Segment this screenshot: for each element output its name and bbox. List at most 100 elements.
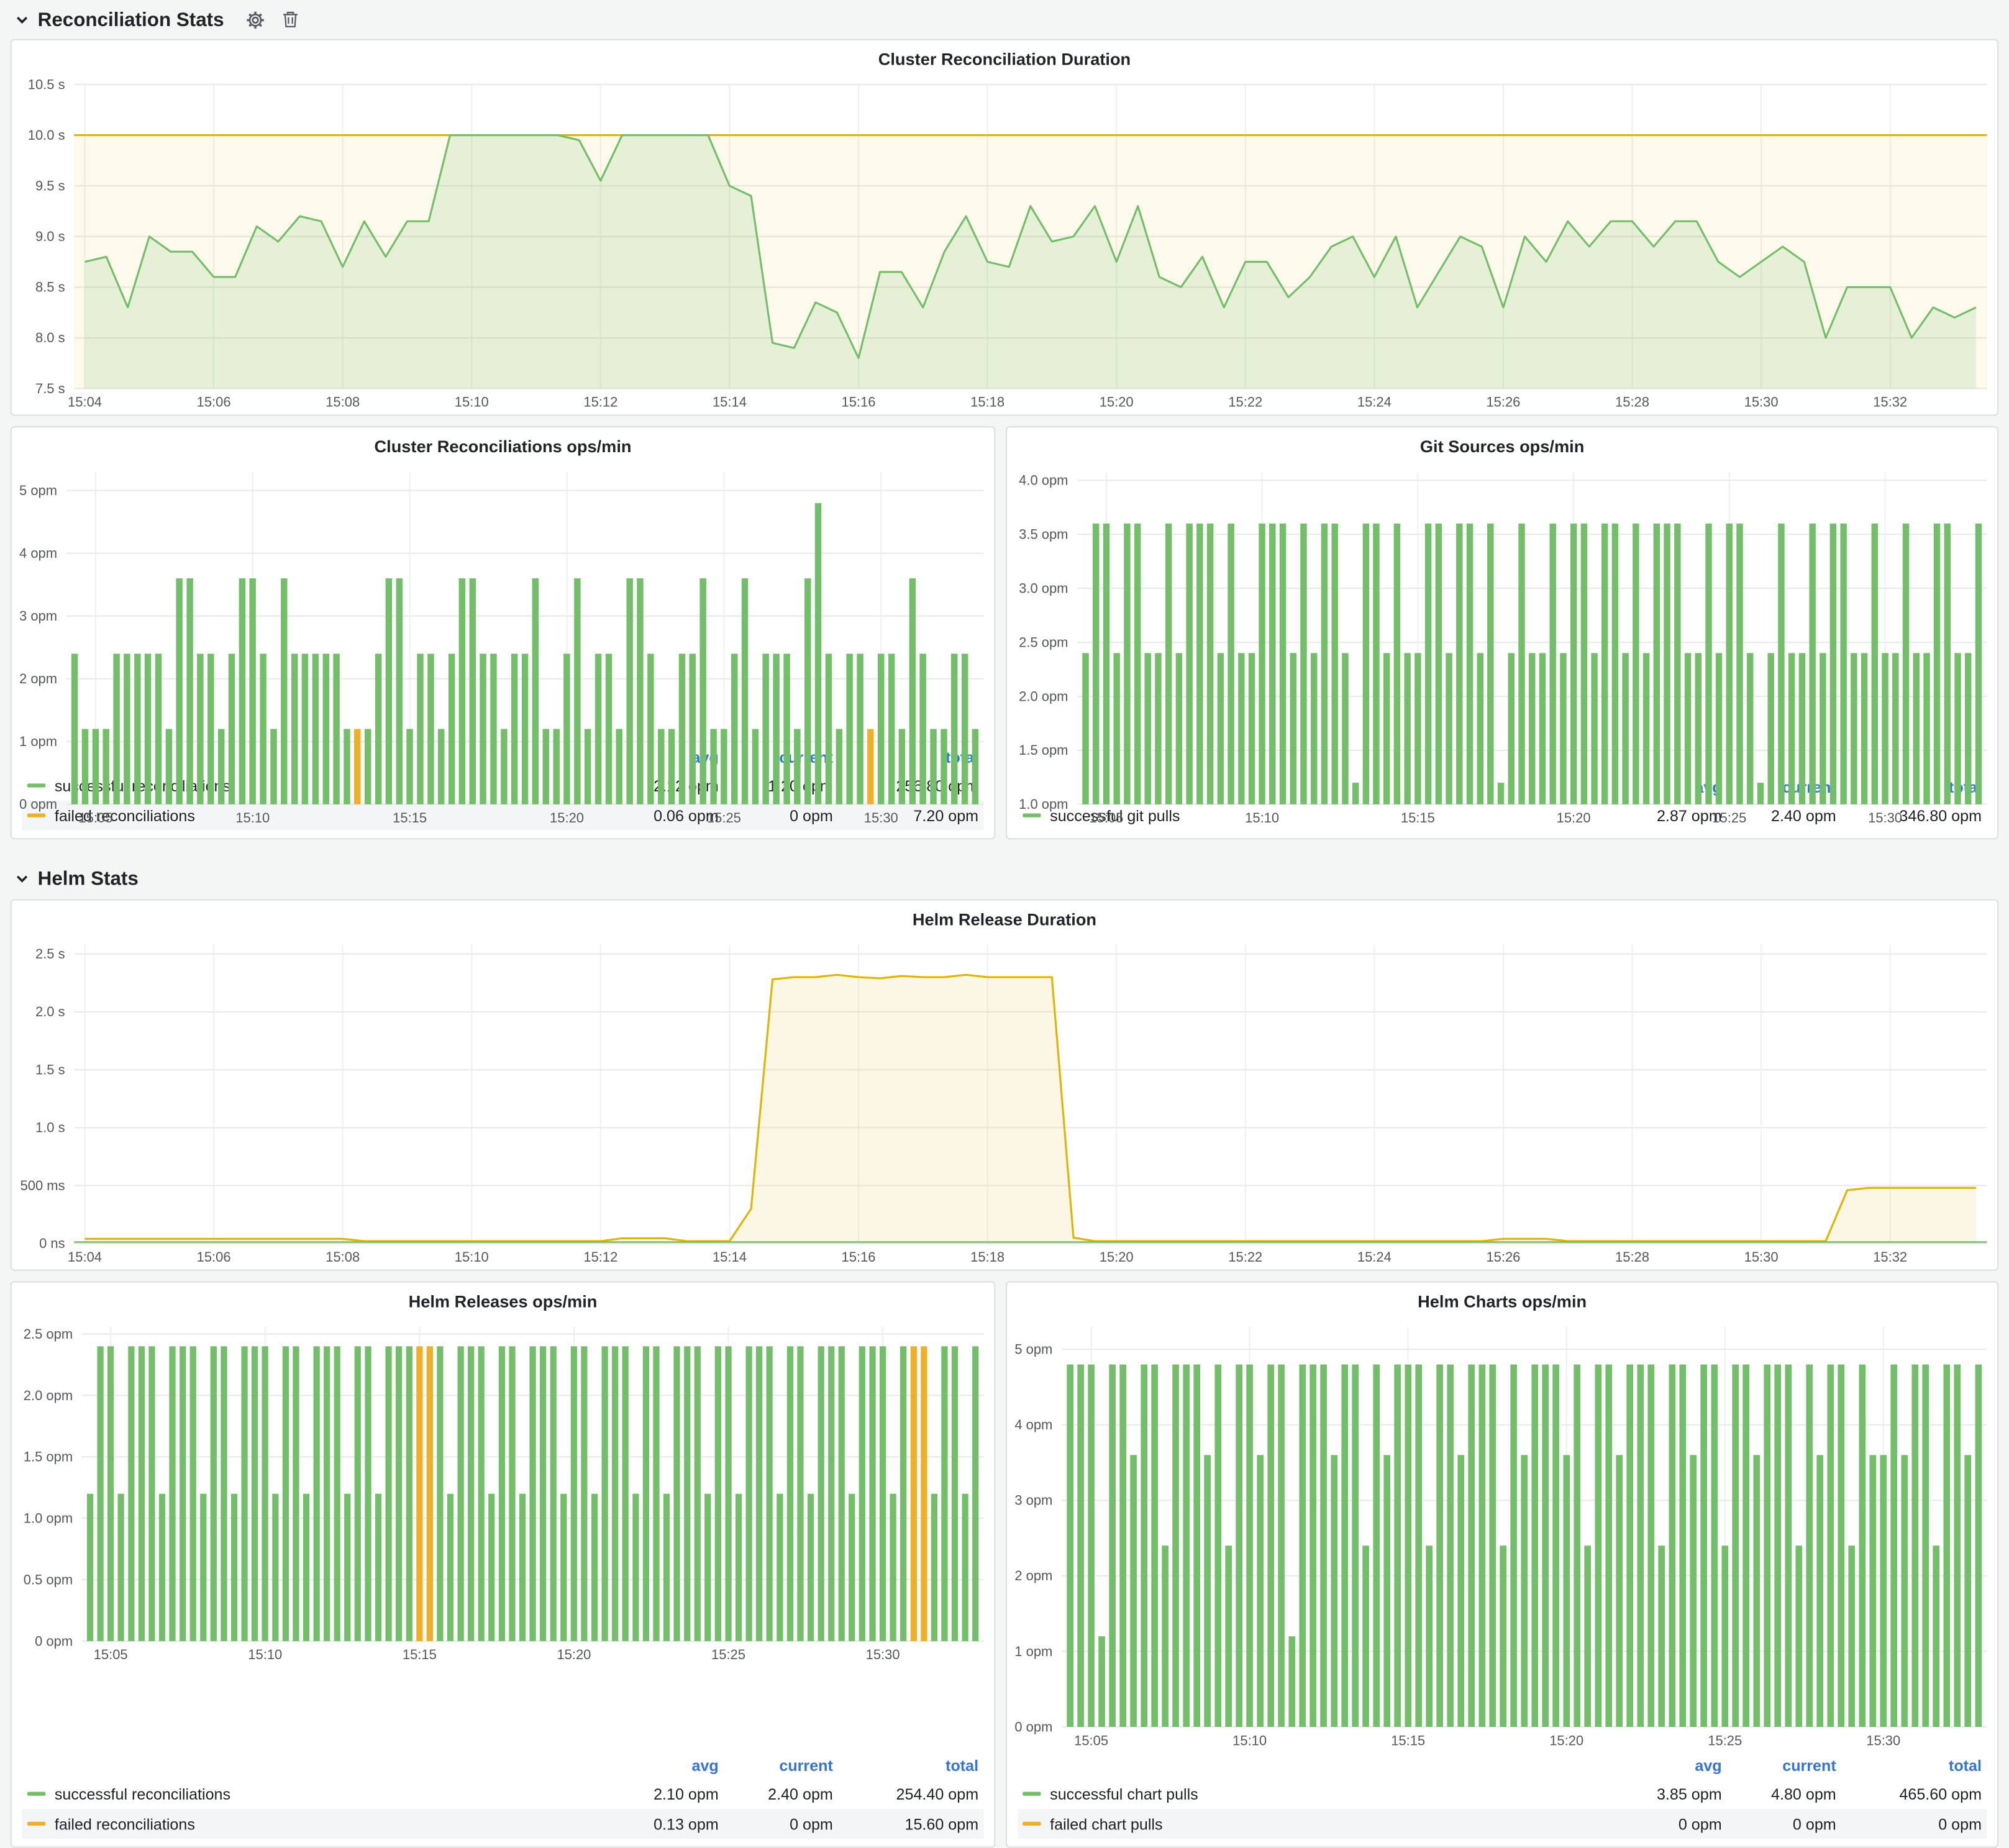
bar (941, 1346, 947, 1641)
legend-col-avg[interactable]: avg (1608, 1757, 1722, 1775)
bar (1795, 1545, 1802, 1727)
svg-text:15:24: 15:24 (1357, 1249, 1392, 1265)
panel-title-cluster-reconciliation-duration[interactable]: Cluster Reconciliation Duration (12, 47, 1997, 74)
legend-swatch (1023, 1792, 1041, 1796)
bar (1186, 524, 1192, 804)
svg-text:15:32: 15:32 (1873, 1249, 1907, 1265)
svg-text:5 opm: 5 opm (1014, 1342, 1052, 1357)
legend-col-total[interactable]: total (833, 1757, 978, 1775)
helm-release-duration-chart[interactable]: 0 ns500 ms1.0 s1.5 s2.0 s2.5 s15:0415:06… (12, 934, 1997, 1270)
bar (1165, 524, 1172, 804)
helm-charts-opm-chart[interactable]: 0 opm1 opm2 opm3 opm4 opm5 opm15:0515:10… (1007, 1316, 1997, 1753)
bar (1647, 1365, 1654, 1727)
bar (1816, 1455, 1823, 1727)
legend-series-label[interactable]: failed chart pulls (1023, 1814, 1607, 1832)
panel-cluster-reconciliation-duration: Cluster Reconciliation Duration 7.5 s8.0… (11, 39, 1998, 416)
bar (1477, 653, 1483, 804)
svg-text:15:10: 15:10 (1232, 1732, 1267, 1748)
bar (900, 1346, 906, 1641)
bar (97, 1346, 103, 1641)
svg-text:2.0 opm: 2.0 opm (1019, 688, 1068, 704)
panel-title-helm-charts-opm[interactable]: Helm Charts ops/min (1007, 1289, 1997, 1316)
bar (468, 1346, 474, 1641)
legend-swatch (27, 1792, 45, 1796)
bar (1591, 653, 1597, 804)
bar (1082, 653, 1088, 804)
trash-icon[interactable] (283, 11, 299, 29)
bar (416, 1346, 422, 1641)
helm-releases-opm-chart[interactable]: 0 opm0.5 opm1.0 opm1.5 opm2.0 opm2.5 opm… (12, 1316, 994, 1753)
panel-title-git-sources-opm[interactable]: Git Sources ops/min (1007, 434, 1997, 462)
bar (972, 729, 978, 804)
svg-text:15:20: 15:20 (1100, 1249, 1134, 1265)
legend-row: failed chart pulls0 opm0 opm0 opm (1018, 1809, 1987, 1839)
bar (249, 578, 255, 804)
bar (1563, 1455, 1570, 1727)
bar (602, 1346, 608, 1641)
svg-text:5 opm: 5 opm (19, 483, 57, 498)
bar (888, 653, 895, 804)
bar (221, 1346, 227, 1641)
bar (1964, 1455, 1971, 1727)
panel-title-helm-releases-opm[interactable]: Helm Releases ops/min (12, 1289, 994, 1316)
bar (365, 1346, 371, 1641)
bar (365, 729, 371, 804)
bar (658, 729, 664, 804)
svg-text:15:28: 15:28 (1615, 1249, 1649, 1265)
bar (684, 1346, 690, 1641)
bar (1747, 653, 1753, 804)
legend-stat-value: 0 opm (1722, 1814, 1836, 1832)
bar (921, 1346, 927, 1641)
svg-text:1 opm: 1 opm (19, 734, 57, 749)
bar (1404, 653, 1410, 804)
panel-title-helm-release-duration[interactable]: Helm Release Duration (12, 907, 1997, 934)
bar (1690, 1455, 1697, 1727)
bar (1113, 653, 1119, 804)
bar (1077, 1365, 1084, 1727)
bar (1487, 524, 1493, 804)
legend-series-label[interactable]: failed reconciliations (27, 1814, 604, 1832)
section-toggle-helm-stats[interactable]: Helm Stats (11, 867, 144, 890)
bar (128, 1346, 134, 1641)
legend-series-label[interactable]: successful reconciliations (27, 1785, 604, 1803)
bar (1859, 1365, 1866, 1727)
legend-stat-value: 15.60 opm (833, 1814, 978, 1832)
bar (186, 578, 193, 804)
bar (1288, 1636, 1295, 1727)
panel-title-cluster-reconciliations-opm[interactable]: Cluster Reconciliations ops/min (12, 434, 994, 462)
bar (312, 653, 319, 804)
bar (731, 653, 737, 804)
legend-col-current[interactable]: current (719, 1757, 833, 1775)
bar (1468, 1365, 1475, 1727)
svg-text:0 ns: 0 ns (39, 1236, 65, 1251)
svg-text:15:05: 15:05 (78, 810, 112, 826)
bar (438, 729, 444, 804)
legend-col-current[interactable]: current (1722, 1757, 1836, 1775)
git-sources-opm-chart[interactable]: 1.0 opm1.5 opm2.0 opm2.5 opm3.0 opm3.5 o… (1007, 462, 1997, 775)
svg-text:15:05: 15:05 (1089, 810, 1123, 826)
legend-helm-charts: avgcurrenttotalsuccessful chart pulls3.8… (1007, 1753, 1997, 1847)
bar (1913, 653, 1920, 804)
bar (1508, 653, 1515, 804)
bar (1228, 524, 1234, 804)
section-toggle-reconciliation-stats[interactable]: Reconciliation Stats (11, 9, 229, 31)
cluster-reconciliation-duration-chart[interactable]: 7.5 s8.0 s8.5 s9.0 s9.5 s10.0 s10.5 s15:… (12, 74, 1997, 414)
bar (1732, 1365, 1739, 1727)
gear-icon[interactable] (246, 10, 265, 29)
svg-text:4 opm: 4 opm (19, 545, 57, 561)
bar (1155, 653, 1161, 804)
bar (1944, 524, 1951, 804)
bar (1257, 1455, 1264, 1727)
bar (87, 1494, 93, 1641)
section-title: Reconciliation Stats (38, 9, 224, 31)
cluster-reconciliations-opm-chart[interactable]: 0 opm1 opm2 opm3 opm4 opm5 opm15:0515:10… (12, 462, 994, 745)
bar (668, 729, 675, 804)
legend-series-label[interactable]: successful chart pulls (1023, 1785, 1607, 1803)
legend-col-total[interactable]: total (1836, 1757, 1982, 1775)
svg-text:8.5 s: 8.5 s (35, 280, 65, 295)
svg-text:15:10: 15:10 (248, 1647, 282, 1662)
bar (1425, 524, 1431, 804)
bar (752, 729, 758, 804)
legend-col-avg[interactable]: avg (604, 1757, 719, 1775)
svg-text:15:08: 15:08 (326, 1249, 360, 1265)
